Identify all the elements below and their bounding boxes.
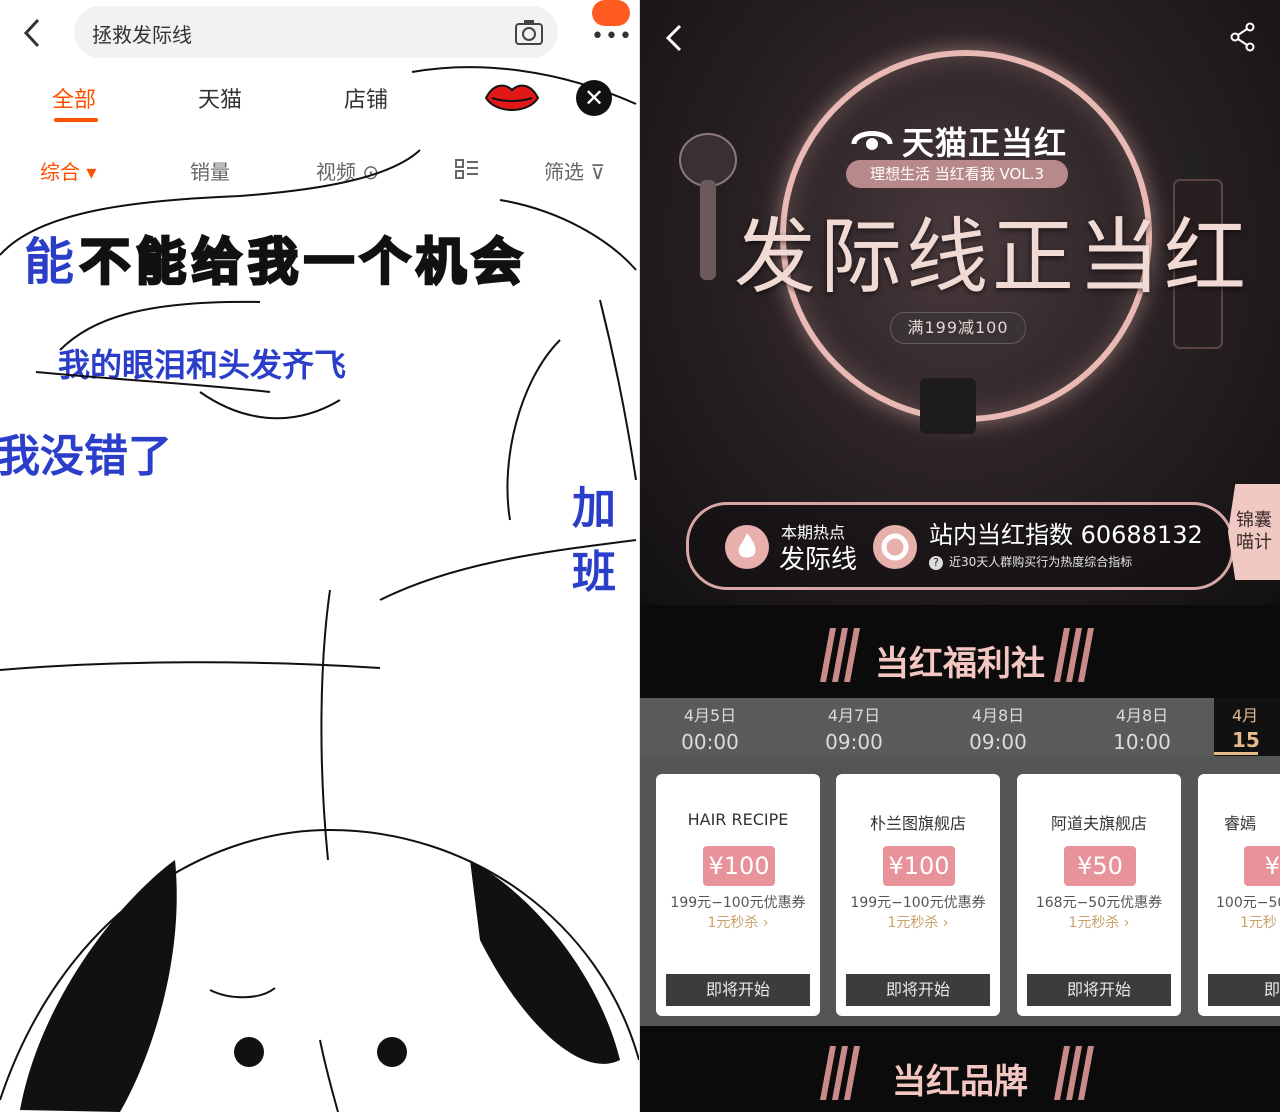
coupon-deal[interactable]: 1元秒 — [1240, 912, 1280, 932]
active-slot-time: 15 — [1232, 728, 1260, 752]
store-name: 朴兰图旗舰店 — [869, 814, 966, 833]
store-name: HAIR RECIPE — [687, 810, 789, 829]
help-icon[interactable]: ? — [929, 556, 943, 570]
hot-index-note-text: 近30天人群购买行为热度综合指标 — [949, 555, 1133, 569]
more-bubble-icon[interactable] — [592, 0, 630, 26]
right-panel-campaign: 天猫正当红 理想生活 当红看我 VOL.3 发际线正当红 满199减100 本期… — [640, 0, 1280, 1112]
stripes-right-decoration — [1054, 628, 1094, 682]
time-slot[interactable]: 4月5日 00:00 — [650, 702, 770, 754]
coupon-desc: 168元−50元优惠券 — [1035, 895, 1163, 911]
active-tab-underline — [54, 118, 98, 122]
ring-index-icon — [873, 525, 917, 569]
result-tabs: 全部 天猫 店铺 — [0, 78, 639, 128]
back-arrow-icon[interactable] — [18, 16, 48, 50]
caption-rest: 不能给我一个机会 — [79, 232, 528, 293]
tab-store[interactable]: 店铺 — [344, 82, 388, 114]
coupon-deal[interactable]: 1元秒杀 › — [656, 912, 820, 932]
time-slot-active[interactable]: 4月 15 — [1214, 698, 1280, 756]
back-arrow-icon[interactable] — [662, 22, 686, 54]
coupon-desc: 100元−50 — [1216, 895, 1280, 911]
coupon-desc: 199元−100元优惠券 — [670, 895, 806, 911]
fire-icon — [725, 525, 769, 569]
sort-video[interactable]: 视频 ⊙ — [316, 156, 379, 185]
more-dots-icon[interactable]: ••• — [591, 24, 633, 49]
share-icon[interactable] — [1230, 22, 1256, 52]
time-slot[interactable]: 4月8日 09:00 — [938, 702, 1058, 754]
grid-view-icon[interactable] — [454, 158, 480, 180]
coming-soon-button[interactable]: 即将开始 — [666, 974, 810, 1006]
coupon-deal[interactable]: 1元秒杀 › — [1017, 912, 1181, 932]
close-sticker-button[interactable]: ✕ — [576, 80, 612, 116]
time-slot-bar: 4月5日 00:00 4月7日 09:00 4月8日 09:00 4月8日 10:00 — [640, 698, 1280, 756]
search-query-text: 拯救发际线 — [92, 23, 192, 47]
hot-index-note: ? 近30天人群购买行为热度综合指标 — [929, 553, 1132, 570]
discount-pill: 满199减100 — [890, 312, 1026, 344]
tmall-logo-icon — [851, 131, 893, 150]
meme-caption-line1: 能不能给我一个机会 — [24, 222, 528, 294]
brush-product-image — [679, 133, 737, 280]
hot-topic: 发际线 — [779, 545, 858, 575]
coupon-desc: 199元−100元优惠券 — [850, 895, 986, 911]
tab-all[interactable]: 全部 — [52, 82, 96, 114]
meme-caption-line2: 我的眼泪和头发齐飞 — [58, 346, 347, 384]
coupon-amount: ¥50 — [1064, 846, 1136, 886]
tab-tmall[interactable]: 天猫 — [198, 82, 242, 114]
coupon-amount: ¥100 — [883, 846, 955, 886]
stripes-right-decoration — [1054, 1046, 1094, 1100]
meme-caption-line4: 加班 — [572, 483, 616, 598]
coupon-card[interactable]: HAIR RECIPE ¥100 199元−100元优惠券 1元秒杀 › 即将开… — [656, 774, 820, 1016]
vol-pill: 理想生活 当红看我 VOL.3 — [846, 160, 1068, 188]
search-input[interactable]: 拯救发际线 — [74, 6, 558, 58]
store-name: 阿道夫旗舰店 — [1050, 814, 1147, 833]
sort-default[interactable]: 综合 ▾ — [40, 156, 96, 185]
lips-sticker-icon — [484, 84, 540, 111]
coupon-card-partial[interactable]: 睿嫣 ¥5 100元−50 1元秒 即将 — [1198, 774, 1280, 1016]
section-brand-title: 当红品牌 — [892, 1062, 1028, 1102]
phone-holder-decoration — [920, 378, 976, 434]
camera-icon[interactable] — [514, 18, 544, 46]
sort-filter[interactable]: 筛选 ⊽ — [544, 156, 605, 185]
hero-title: 发际线正当红 — [734, 210, 1251, 305]
coming-soon-button[interactable]: 即将开始 — [1027, 974, 1171, 1006]
section-welfare-title: 当红福利社 — [875, 644, 1045, 684]
time-slot[interactable]: 4月7日 09:00 — [794, 702, 914, 754]
coupon-card[interactable]: 阿道夫旗舰店 ¥50 168元−50元优惠券 1元秒杀 › 即将开始 — [1017, 774, 1181, 1016]
coupon-amount: ¥100 — [703, 846, 775, 886]
brand-name: 天猫正当红 — [902, 124, 1068, 162]
active-slot-underline — [1214, 752, 1258, 755]
hot-index: 站内当红指数 60688132 — [929, 521, 1203, 549]
sort-bar: 综合 ▾ 销量 视频 ⊙ 筛选 ⊽ — [0, 150, 639, 190]
coming-soon-button[interactable]: 即将 — [1208, 974, 1280, 1006]
coming-soon-button[interactable]: 即将开始 — [846, 974, 990, 1006]
coupon-card[interactable]: 朴兰图旗舰店 ¥100 199元−100元优惠券 1元秒杀 › 即将开始 — [836, 774, 1000, 1016]
coupon-amount: ¥5 — [1244, 846, 1280, 886]
left-panel-search-results: 拯救发际线 ••• 全部 天猫 店铺 ✕ 综合 ▾ 销量 视频 ⊙ 筛选 ⊽ 能… — [0, 0, 639, 1112]
hot-topic-bar[interactable]: 本期热点 发际线 站内当红指数 60688132 ? 近30天人群购买行为热度综合… — [686, 502, 1234, 590]
time-slot[interactable]: 4月8日 10:00 — [1082, 702, 1202, 754]
sort-sales[interactable]: 销量 — [190, 156, 230, 185]
store-name: 睿嫣 — [1224, 814, 1257, 833]
jinnang-tab[interactable]: 锦囊喵计 — [1228, 484, 1280, 580]
meme-caption-line3: 我没错了 — [0, 431, 172, 482]
caption-first-char: 能 — [24, 233, 80, 291]
active-slot-date: 4月 — [1232, 706, 1259, 725]
coupon-deal[interactable]: 1元秒杀 › — [836, 912, 1000, 932]
